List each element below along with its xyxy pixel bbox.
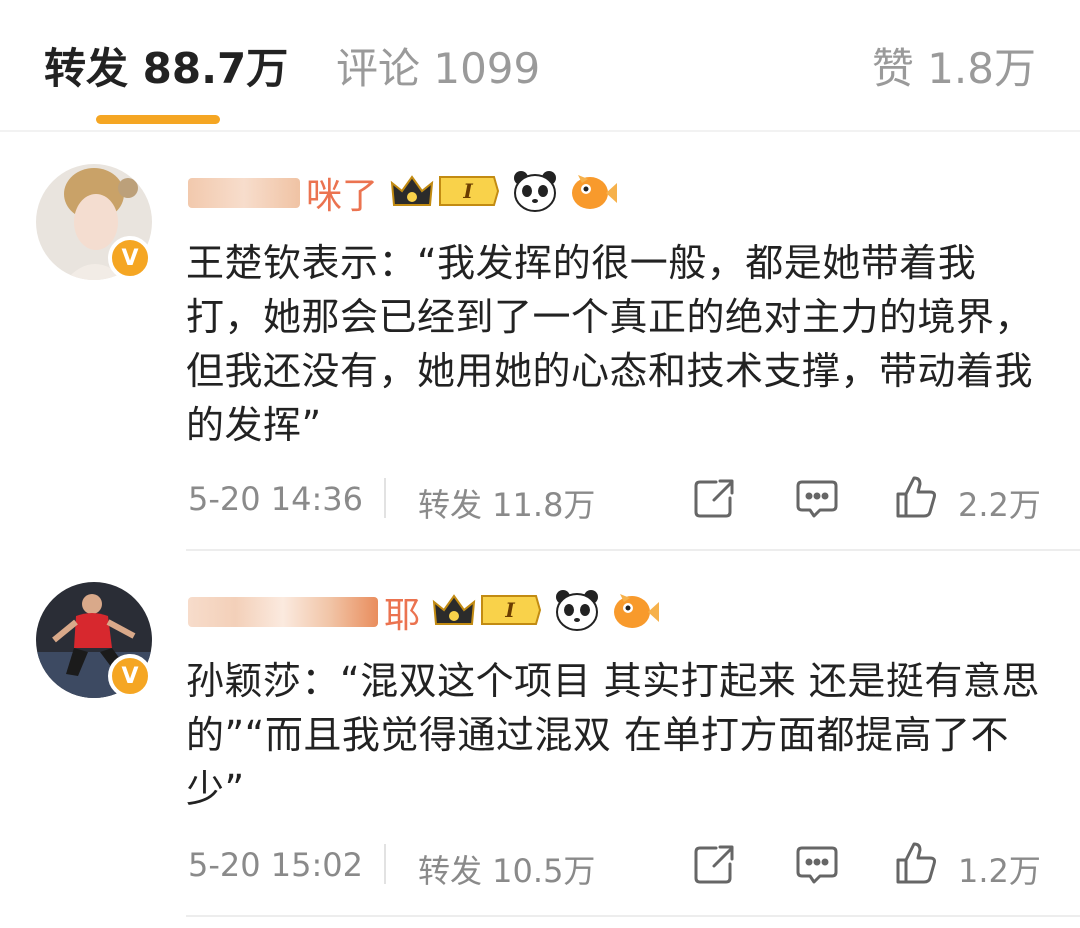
panda-icon [554, 588, 600, 636]
tab-bar: 转发 88.7万 评论 1099 赞 1.8万 [0, 0, 1080, 132]
tab-repost[interactable]: 转发 88.7万 [44, 40, 288, 98]
level-label: I [462, 179, 473, 203]
blurred-name [188, 178, 300, 208]
thumbs-up-icon[interactable] [894, 840, 938, 890]
thumbs-up-icon[interactable] [894, 474, 938, 524]
comment-icon[interactable] [794, 842, 840, 890]
crown-icon: I [388, 171, 500, 215]
blurred-name [188, 597, 378, 627]
active-tab-indicator [96, 115, 220, 124]
post-time: 5-20 14:36 [188, 480, 364, 518]
meta-row: 5-20 15:02 转发 10.5万 1.2万 [188, 840, 1048, 890]
share-icon[interactable] [692, 842, 736, 890]
comment-icon[interactable] [794, 476, 840, 524]
post-time: 5-20 15:02 [188, 846, 364, 884]
user-name-row[interactable]: 耶 I [188, 587, 660, 637]
repost-count[interactable]: 转发 11.8万 [418, 480, 595, 526]
user-name-row[interactable]: 咪了 I [188, 168, 618, 218]
meta-row: 5-20 14:36 转发 11.8万 2.2万 [188, 474, 1048, 524]
verified-badge: V [108, 654, 152, 698]
post-content: 孙颖莎：“混双这个项目 其实打起来 还是挺有意思的”“而且我觉得通过混双 在单打… [186, 659, 1040, 811]
divider [186, 549, 1080, 551]
divider [186, 915, 1080, 917]
post-content: 王楚钦表示：“我发挥的很一般，都是她带着我打，她那会已经到了一个真正的绝对主力的… [186, 241, 1034, 447]
level-label: I [504, 598, 515, 622]
fish-icon [610, 588, 660, 636]
fish-icon [568, 169, 618, 217]
like-count: 2.2万 [958, 486, 1041, 524]
panda-icon [512, 169, 558, 217]
user-name[interactable]: 咪了 [306, 167, 378, 219]
share-icon[interactable] [692, 476, 736, 524]
verified-badge: V [108, 236, 152, 280]
tab-like[interactable]: 赞 1.8万 [872, 40, 1036, 98]
crown-icon: I [430, 590, 542, 634]
repost-count[interactable]: 转发 10.5万 [418, 846, 595, 892]
meta-separator [384, 844, 386, 884]
like-count: 1.2万 [958, 852, 1041, 890]
meta-separator [384, 478, 386, 518]
user-name[interactable]: 耶 [384, 586, 420, 638]
tab-comment[interactable]: 评论 1099 [336, 40, 540, 98]
